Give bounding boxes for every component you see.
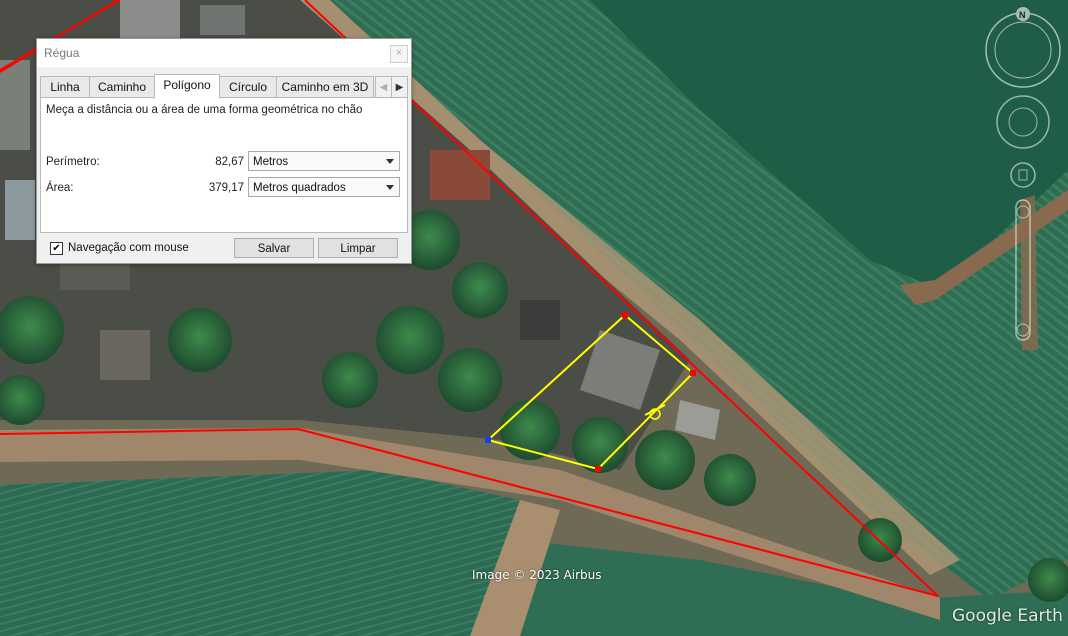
tree [168, 308, 232, 372]
tree [635, 430, 695, 490]
tab-circulo[interactable]: Círculo [219, 76, 277, 99]
tree [452, 262, 508, 318]
roof [5, 180, 35, 240]
perimeter-label: Perímetro: [46, 156, 100, 168]
dialog-titlebar[interactable]: Régua × [37, 39, 411, 67]
clear-button[interactable]: Limpar [318, 238, 398, 258]
chevron-down-icon [386, 185, 394, 190]
panel-description: Meça a distância ou a área de uma forma … [46, 104, 363, 116]
roof [120, 0, 180, 40]
polygon-start-vertex[interactable] [485, 437, 491, 443]
imagery-credit: Image © 2023 Airbus [472, 568, 602, 582]
perimeter-value: 82,67 [215, 156, 244, 168]
tree [322, 352, 378, 408]
roof [200, 5, 245, 35]
close-icon[interactable]: × [390, 45, 408, 63]
roof [100, 330, 150, 380]
perimeter-unit-value: Metros [253, 156, 289, 168]
tab-caminho-3d[interactable]: Caminho em 3D [276, 76, 374, 99]
chevron-down-icon [386, 159, 394, 164]
dialog-title: Régua [44, 46, 80, 60]
area-value: 379,17 [208, 182, 244, 194]
polygon-panel: Meça a distância ou a área de uma forma … [40, 97, 408, 233]
roof [0, 60, 30, 150]
google-earth-logo: Google Earth [952, 606, 1063, 626]
polygon-vertex[interactable] [622, 312, 628, 318]
perimeter-unit-select[interactable]: Metros [248, 151, 400, 171]
mouse-navigation-checkbox[interactable]: ✔ [50, 242, 63, 255]
tree [438, 348, 502, 412]
tree [376, 306, 444, 374]
tab-scroll-left-icon[interactable]: ◀ [375, 76, 392, 99]
tab-caminho[interactable]: Caminho [89, 76, 155, 99]
tab-linha[interactable]: Linha [40, 76, 90, 99]
area-unit-value: Metros quadrados [253, 182, 346, 194]
dialog-footer: ✔ Navegação com mouse Salvar Limpar [37, 234, 411, 263]
area-unit-select[interactable]: Metros quadrados [248, 177, 400, 197]
ruler-dialog: Régua × Linha Caminho Polígono Círculo C… [36, 38, 412, 264]
polygon-vertex[interactable] [595, 466, 601, 472]
save-button[interactable]: Salvar [234, 238, 314, 258]
area-label: Área: [46, 182, 74, 194]
tree [704, 454, 756, 506]
compass-north-letter: N [1019, 10, 1026, 20]
tab-scroll-right-icon[interactable]: ▶ [391, 76, 408, 99]
mouse-navigation-label[interactable]: Navegação com mouse [68, 242, 189, 254]
tab-bar: Linha Caminho Polígono Círculo Caminho e… [40, 74, 408, 99]
roof [430, 150, 490, 200]
polygon-vertex[interactable] [690, 370, 696, 376]
tab-poligono[interactable]: Polígono [154, 74, 220, 99]
roof [520, 300, 560, 340]
crop-field-south [0, 470, 520, 636]
